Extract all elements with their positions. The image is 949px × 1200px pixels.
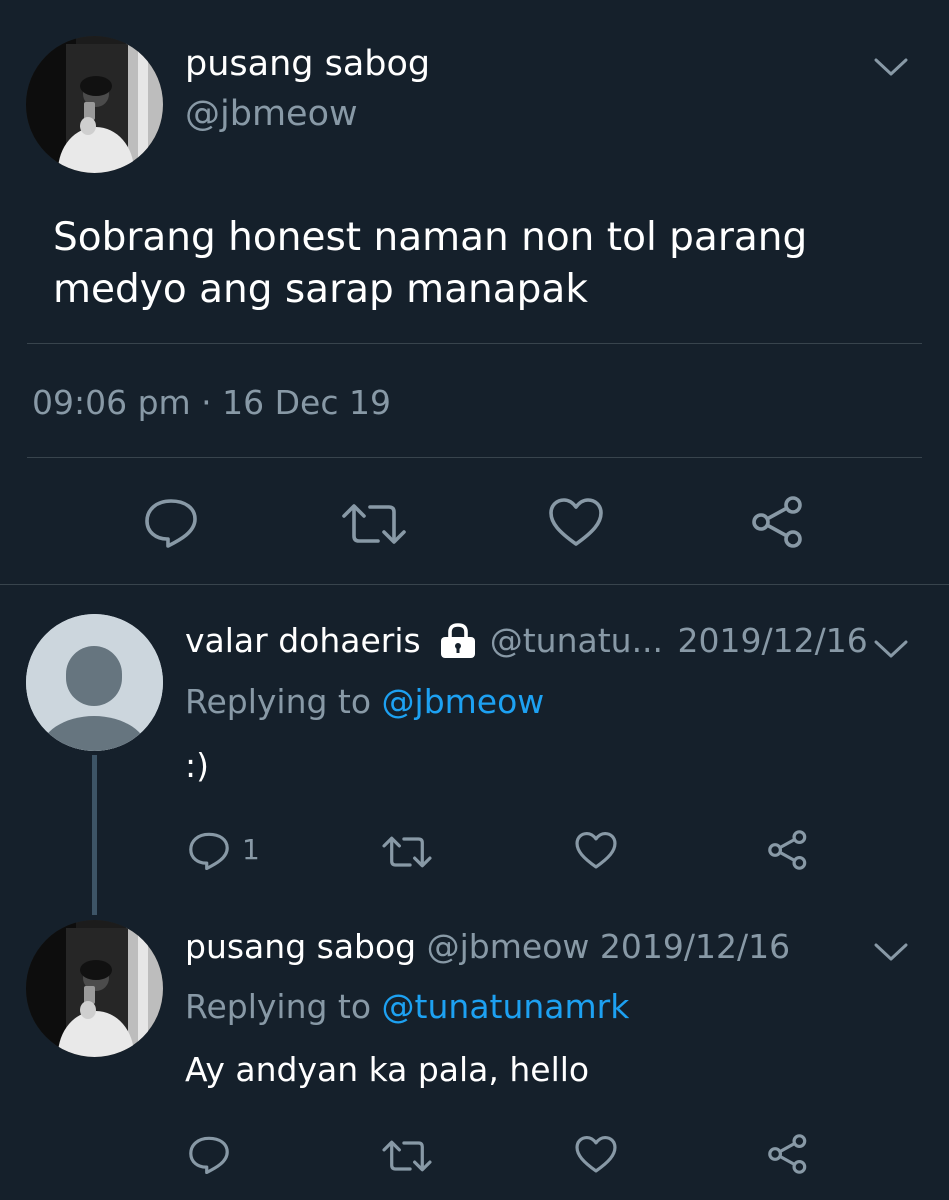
- replying-to: Replying to @jbmeow: [185, 680, 544, 724]
- tweet-text: :): [185, 746, 209, 785]
- retweet-icon[interactable]: [381, 832, 433, 872]
- thread-line: [92, 755, 97, 915]
- retweet-icon[interactable]: [340, 498, 408, 550]
- timestamp[interactable]: 09:06 pm · 16 Dec 19: [32, 382, 391, 424]
- mention-link[interactable]: @tunatunamrk: [382, 987, 630, 1026]
- avatar-photo-image: [26, 36, 163, 173]
- display-name[interactable]: pusang sabog: [185, 42, 430, 86]
- reply-icon[interactable]: [187, 830, 231, 872]
- chevron-down-icon[interactable]: [873, 940, 909, 964]
- reply-icon[interactable]: [187, 1134, 231, 1176]
- chevron-down-icon[interactable]: [873, 55, 909, 79]
- share-icon[interactable]: [766, 1132, 810, 1176]
- divider: [0, 584, 949, 585]
- avatar-photo-image: [26, 920, 163, 1057]
- handle[interactable]: @jbmeow: [185, 92, 358, 136]
- reply-icon[interactable]: [142, 496, 200, 550]
- tweet-text: Ay andyan ka pala, hello: [185, 1050, 590, 1089]
- avatar[interactable]: [26, 36, 163, 173]
- heart-icon[interactable]: [574, 1134, 618, 1176]
- avatar[interactable]: [26, 920, 163, 1057]
- reply-date[interactable]: 2019/12/16: [678, 621, 868, 660]
- reply-header: pusang sabog @jbmeow 2019/12/16: [185, 924, 790, 970]
- replying-to-label: Replying to: [185, 682, 372, 721]
- handle[interactable]: @jbmeow: [427, 927, 590, 966]
- retweet-icon[interactable]: [381, 1136, 433, 1176]
- share-icon[interactable]: [766, 828, 810, 872]
- default-avatar-icon: [26, 614, 163, 751]
- replying-to-label: Replying to: [185, 987, 372, 1026]
- heart-icon[interactable]: [574, 830, 618, 872]
- reply-header: valar dohaeris @tunatu... 2019/12/16: [185, 618, 868, 664]
- reply-count: 1: [242, 833, 260, 866]
- avatar[interactable]: [26, 614, 163, 751]
- chevron-down-icon[interactable]: [873, 637, 909, 661]
- mention-link[interactable]: @jbmeow: [382, 682, 545, 721]
- heart-icon[interactable]: [547, 496, 605, 550]
- tweet-text: Sobrang honest naman non tol parang medy…: [53, 215, 808, 312]
- handle[interactable]: @tunatu...: [490, 621, 663, 660]
- display-name[interactable]: valar dohaeris: [185, 621, 421, 660]
- display-name[interactable]: pusang sabog: [185, 927, 416, 966]
- lock-icon: [437, 621, 479, 659]
- reply-date[interactable]: 2019/12/16: [600, 927, 790, 966]
- share-icon[interactable]: [749, 494, 807, 550]
- replying-to: Replying to @tunatunamrk: [185, 985, 629, 1029]
- divider: [27, 457, 922, 458]
- divider: [27, 343, 922, 344]
